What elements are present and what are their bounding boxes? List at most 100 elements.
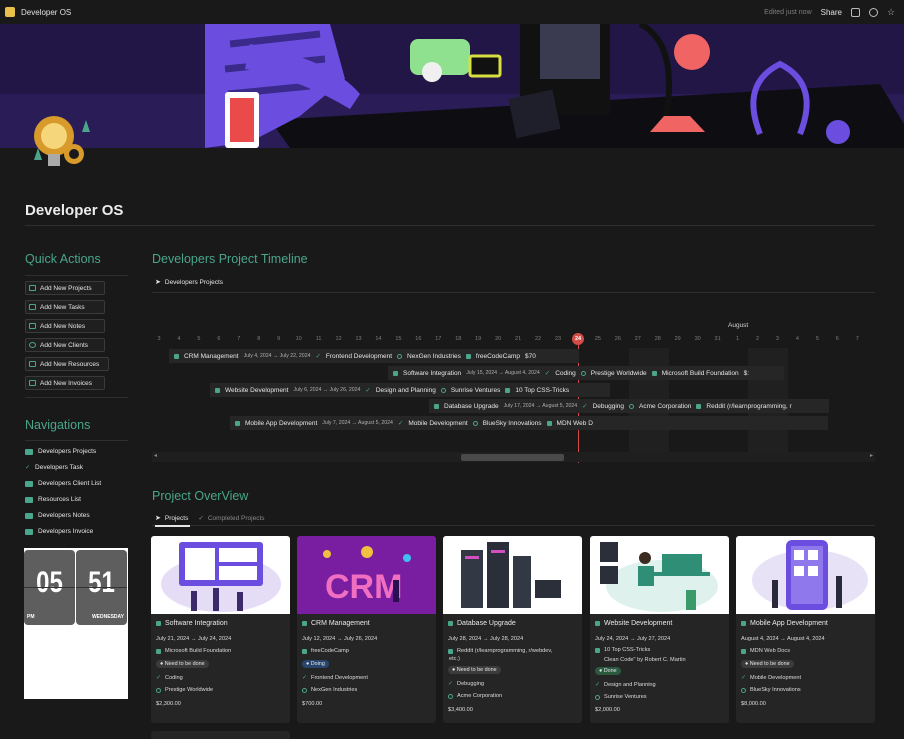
timeline-day-label: 6 xyxy=(217,336,221,342)
timeline-day-label: 20 xyxy=(495,336,502,342)
cover-illustration xyxy=(0,24,904,148)
card-cover-image xyxy=(736,536,875,614)
check-icon: ✓ xyxy=(302,675,308,681)
project-card[interactable]: CRM CRM Management July 12, 2024 → July … xyxy=(297,536,436,723)
hour-card: 05 PM xyxy=(24,550,75,625)
client-icon xyxy=(397,353,403,359)
card-split xyxy=(24,587,75,588)
card-client: Acme Corporation xyxy=(457,693,503,699)
add-new-tasks-button[interactable]: Add New Tasks xyxy=(25,300,105,314)
notes-icon xyxy=(29,323,36,329)
timeline-bar-software-integration[interactable]: Software Integration July 15, 2024 → Aug… xyxy=(388,366,784,380)
overview-heading: Project OverView xyxy=(152,489,249,503)
status-badge: ● Need to be done xyxy=(741,660,794,668)
client-icon xyxy=(741,687,746,693)
resource-icon xyxy=(448,648,453,654)
timeline-view[interactable]: August 3 4 5 6 7 8 9 10 11 12 13 14 15 16 17 18 19 20 21 22… xyxy=(152,292,875,468)
project-card[interactable]: Website Development July 24, 2024 → July… xyxy=(590,536,729,723)
card-dates: July 12, 2024 → July 26, 2024 xyxy=(302,636,378,642)
divider xyxy=(25,397,128,398)
window-icon xyxy=(156,621,161,626)
project-card-partial[interactable] xyxy=(151,731,290,739)
check-icon: ✓ xyxy=(315,353,321,360)
ampm-label: PM xyxy=(27,614,35,620)
check-icon: ✓ xyxy=(448,681,454,687)
tab-completed-projects[interactable]: ✓ Completed Projects xyxy=(198,514,264,523)
check-icon: ✓ xyxy=(595,682,601,688)
nav-developers-projects[interactable]: Developers Projects xyxy=(25,448,96,455)
app-icon xyxy=(5,7,15,17)
tree-icon xyxy=(25,496,33,503)
timeline-bar-database-upgrade[interactable]: Database Upgrade July 17, 2024 → August … xyxy=(429,399,829,413)
timeline-bar-website-development[interactable]: Website Development July 6, 2024 → July … xyxy=(210,383,610,397)
timeline-day-label: 26 xyxy=(614,336,621,342)
card-client: BlueSky Innovations xyxy=(750,687,801,693)
timeline-bar-crm-management[interactable]: CRM Management July 4, 2024 → July 22, 2… xyxy=(169,349,579,363)
nav-resources-list[interactable]: Resources List xyxy=(25,496,81,503)
title-divider xyxy=(25,225,875,226)
timeline-day-label: 8 xyxy=(257,336,261,342)
nav-developers-notes[interactable]: Developers Notes xyxy=(25,512,90,519)
timeline-day-label: 15 xyxy=(395,336,402,342)
weekday-label: WEDNESDAY xyxy=(91,614,124,620)
nav-developers-invoice[interactable]: Developers Invoice xyxy=(25,528,93,535)
flip-clock-widget: 05 PM 51 WEDNESDAY xyxy=(24,548,128,699)
card-amount: $2,300.00 xyxy=(156,701,181,707)
card-amount: $2,000.00 xyxy=(595,707,620,713)
add-new-notes-button[interactable]: Add New Notes xyxy=(25,319,105,333)
grid-icon xyxy=(25,448,33,455)
client-icon xyxy=(302,687,307,693)
timeline-view-tabs: ➤ Developers Projects xyxy=(155,278,223,287)
window-icon xyxy=(174,353,179,359)
add-new-clients-button[interactable]: Add New Clients xyxy=(25,338,105,352)
history-icon[interactable] xyxy=(869,7,878,17)
timeline-day-label: 4 xyxy=(795,336,799,342)
comment-icon[interactable] xyxy=(851,7,860,17)
nav-developers-task[interactable]: ✓ Developers Task xyxy=(25,464,83,471)
add-new-invoices-button[interactable]: Add New Invoices xyxy=(25,376,105,390)
project-card[interactable]: Mobile App Development August 4, 2024 → … xyxy=(736,536,875,723)
table-icon xyxy=(29,361,36,367)
tab-developers-projects[interactable]: ➤ Developers Projects xyxy=(155,278,223,287)
active-tab-underline xyxy=(155,525,190,527)
timeline-day-label: 4 xyxy=(177,336,181,342)
card-cover-image xyxy=(590,536,729,614)
timeline-day-label: 7 xyxy=(237,336,241,342)
minute-value: 51 xyxy=(88,566,115,599)
card-tag: Frontend Development xyxy=(311,674,368,681)
client-icon xyxy=(580,370,586,376)
add-new-projects-button[interactable]: Add New Projects xyxy=(25,281,105,295)
divider xyxy=(152,525,875,526)
timeline-day-label: 11 xyxy=(315,336,322,342)
project-card[interactable]: Database Upgrade July 28, 2024 → July 28… xyxy=(443,536,582,723)
top-bar: Developer OS Edited just now Share ☆ xyxy=(0,0,904,24)
timeline-day-label: 10 xyxy=(295,336,302,342)
resource-icon xyxy=(465,353,471,359)
resource-icon xyxy=(595,647,600,653)
timeline-day-label: 16 xyxy=(415,336,422,342)
timeline-scroll-thumb[interactable] xyxy=(461,454,564,461)
nav-developers-client-list[interactable]: Developers Client List xyxy=(25,480,101,487)
card-title: CRM Management xyxy=(311,620,370,627)
client-icon xyxy=(595,694,600,700)
hour-value: 05 xyxy=(36,566,63,599)
resource-icon xyxy=(505,387,511,393)
star-icon[interactable]: ☆ xyxy=(887,7,896,17)
card-amount: $8,000.00 xyxy=(741,701,766,707)
cover-image xyxy=(0,24,904,148)
timeline-day-label: 18 xyxy=(455,336,462,342)
share-button[interactable]: Share xyxy=(821,8,842,17)
page-title: Developer OS xyxy=(25,202,124,219)
timeline-day-label: 22 xyxy=(534,336,542,342)
project-card[interactable]: Software Integration July 21, 2024 → Jul… xyxy=(151,536,290,723)
add-new-resources-button[interactable]: Add New Resources xyxy=(25,357,109,371)
tab-projects[interactable]: ➤ Projects xyxy=(155,514,188,523)
edited-status: Edited just now xyxy=(764,8,812,16)
client-icon xyxy=(629,403,635,409)
scroll-left-icon[interactable]: ◂ xyxy=(154,452,157,459)
svg-text:CRM: CRM xyxy=(325,568,402,606)
resource-icon xyxy=(546,420,552,426)
timeline-bar-mobile-app-development[interactable]: Mobile App Development July 7, 2024 → Au… xyxy=(230,416,828,430)
scroll-right-icon[interactable]: ▸ xyxy=(870,452,873,459)
today-marker: 24 xyxy=(572,333,584,345)
